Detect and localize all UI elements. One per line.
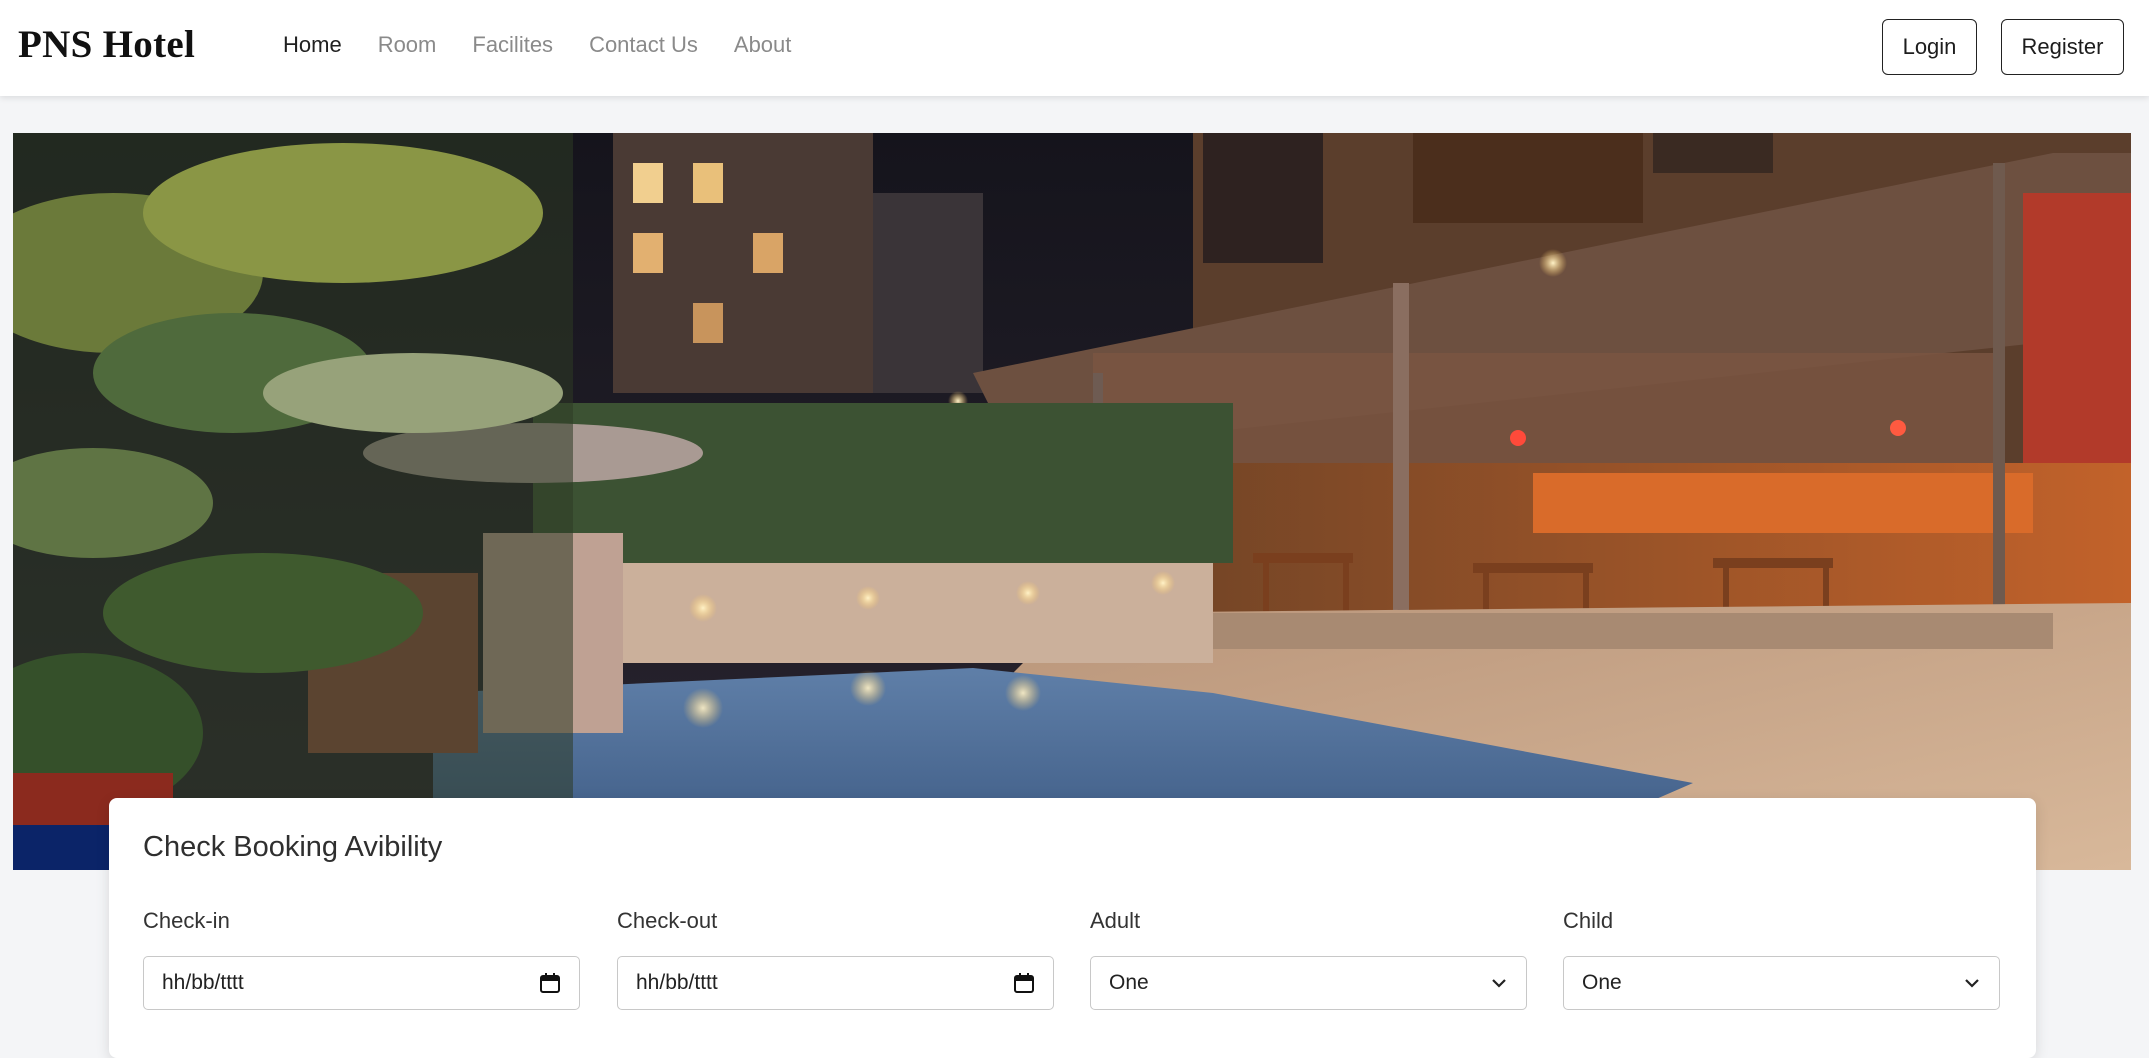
checkout-field: Check-out hh/bb/tttt bbox=[617, 908, 1054, 1010]
adult-label: Adult bbox=[1090, 908, 1141, 933]
calendar-icon[interactable] bbox=[539, 972, 561, 994]
navbar: PNS Hotel Home Room Facilites Contact Us… bbox=[0, 0, 2149, 96]
adult-value: One bbox=[1109, 971, 1149, 994]
chevron-down-icon bbox=[1492, 979, 1506, 988]
hero-photo-illustration bbox=[13, 133, 2131, 870]
nav-link-facilities[interactable]: Facilites bbox=[472, 32, 553, 58]
nav-link-home[interactable]: Home bbox=[283, 32, 342, 58]
register-button[interactable]: Register bbox=[2001, 19, 2124, 75]
brand-logo[interactable]: PNS Hotel bbox=[18, 22, 195, 67]
child-value: One bbox=[1582, 971, 1622, 994]
checkin-label: Check-in bbox=[143, 908, 230, 933]
checkout-label: Check-out bbox=[617, 908, 718, 933]
hero-image bbox=[13, 133, 2131, 870]
child-field: Child One bbox=[1563, 908, 2000, 1010]
chevron-down-icon bbox=[1965, 979, 1979, 988]
checkin-value: hh/bb/tttt bbox=[162, 971, 244, 994]
checkout-date-input[interactable]: hh/bb/tttt bbox=[617, 956, 1054, 1010]
booking-title: Check Booking Avibility bbox=[143, 831, 443, 863]
nav-links: Home Room Facilites Contact Us About bbox=[283, 32, 827, 58]
nav-link-room[interactable]: Room bbox=[378, 32, 437, 58]
checkin-field: Check-in hh/bb/tttt bbox=[143, 908, 580, 1010]
login-button[interactable]: Login bbox=[1882, 19, 1977, 75]
checkin-date-input[interactable]: hh/bb/tttt bbox=[143, 956, 580, 1010]
adult-field: Adult One bbox=[1090, 908, 1527, 1010]
nav-link-about[interactable]: About bbox=[734, 32, 792, 58]
checkout-value: hh/bb/tttt bbox=[636, 971, 718, 994]
nav-link-contact-us[interactable]: Contact Us bbox=[589, 32, 698, 58]
child-select[interactable]: One bbox=[1563, 956, 2000, 1010]
adult-select[interactable]: One bbox=[1090, 956, 1527, 1010]
child-label: Child bbox=[1563, 908, 1614, 933]
calendar-icon[interactable] bbox=[1013, 972, 1035, 994]
booking-card: Check Booking Avibility Check-in hh/bb/t… bbox=[109, 798, 2036, 1058]
